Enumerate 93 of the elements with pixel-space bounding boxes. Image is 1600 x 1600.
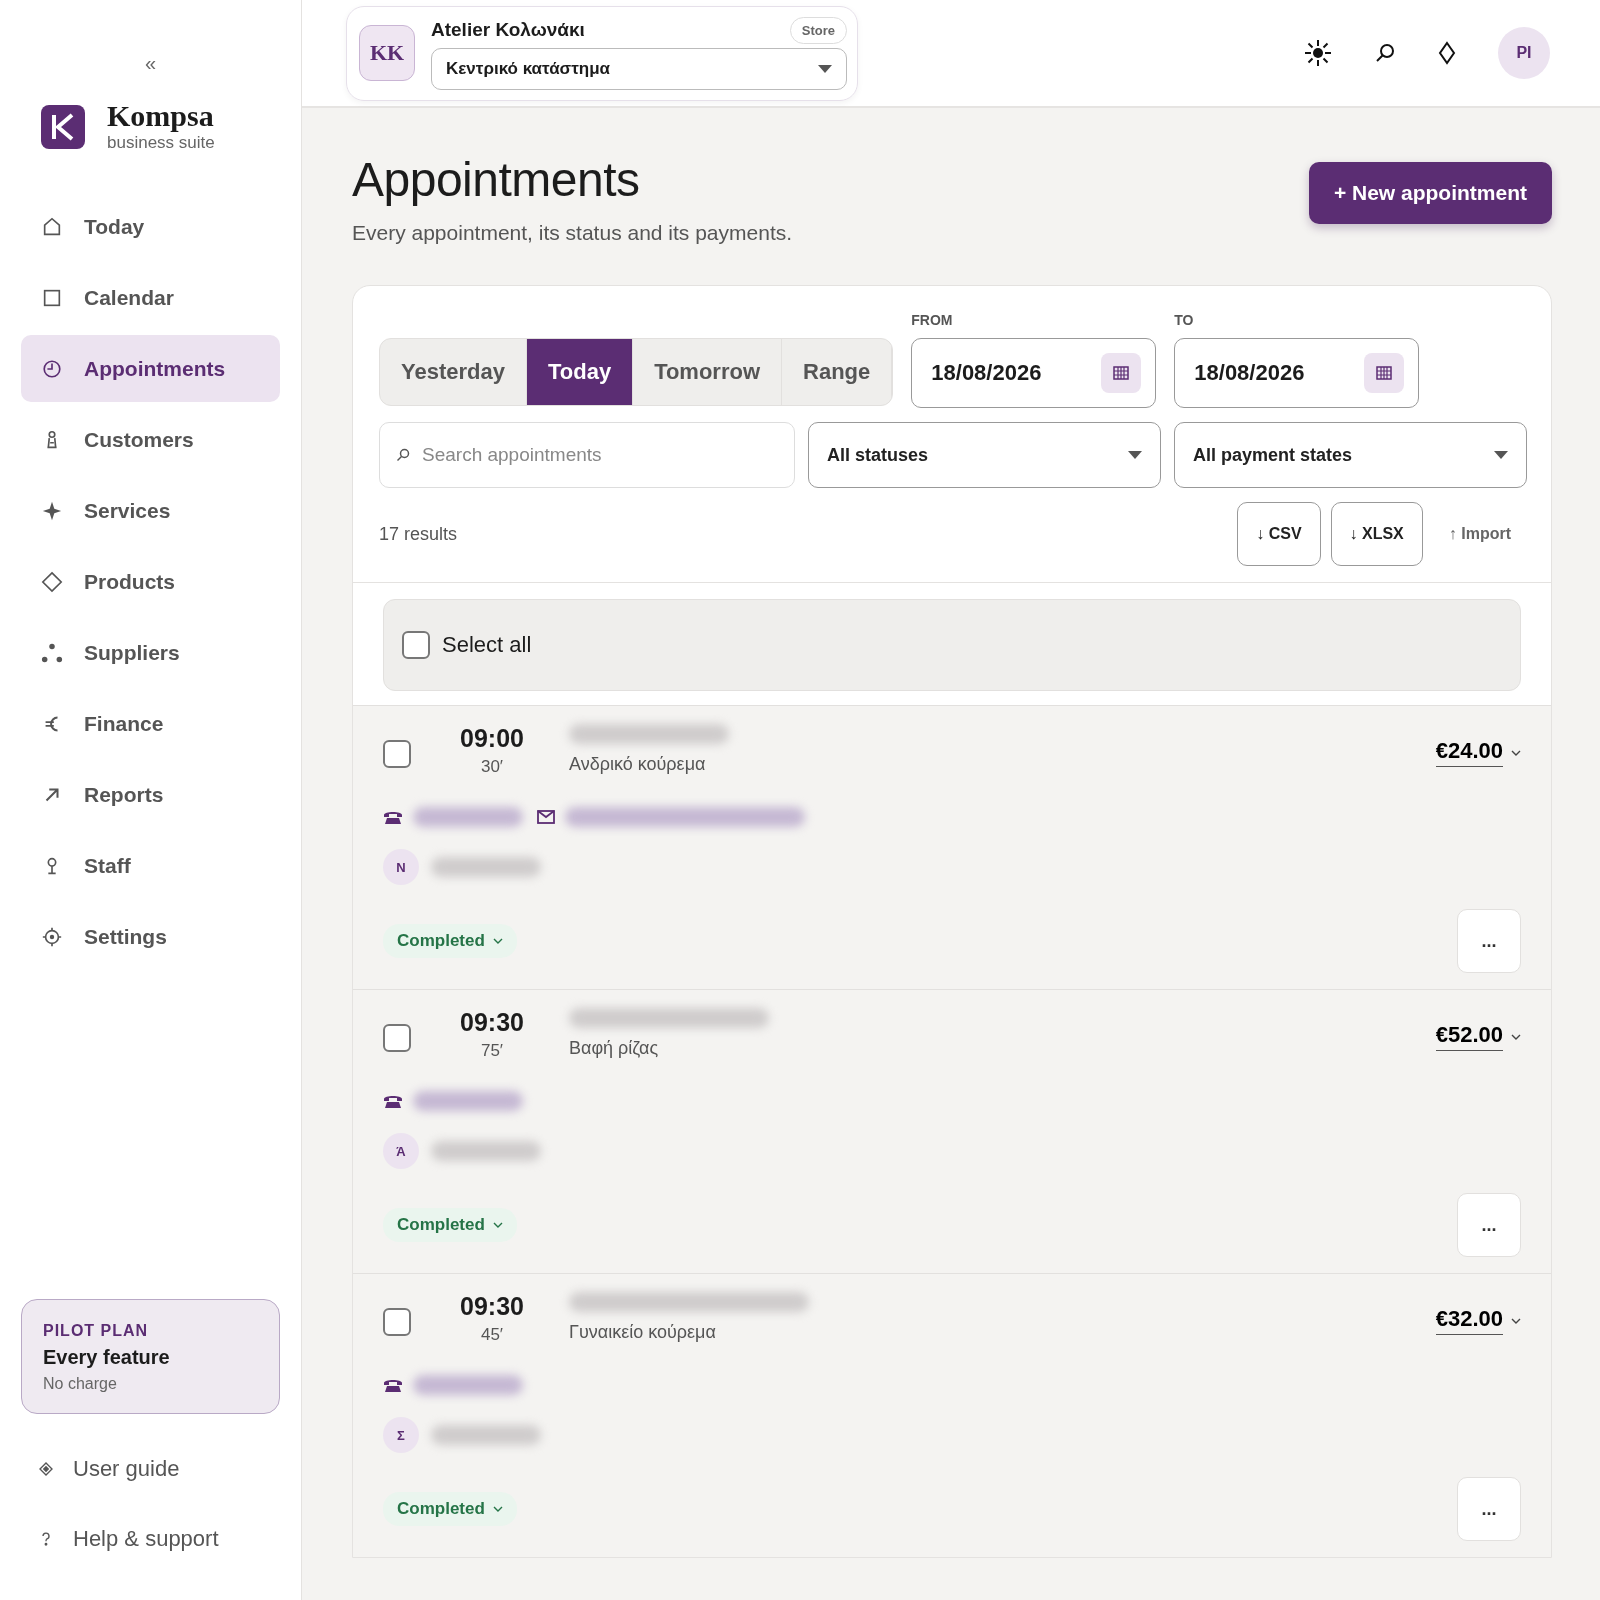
- price-link[interactable]: €24.00: [1435, 738, 1503, 767]
- page-title: Appointments: [352, 152, 641, 207]
- appointment-time: 09:30: [460, 1292, 524, 1321]
- chevron-icon: [1511, 1316, 1521, 1325]
- sidebar-item[interactable]: Staff: [21, 832, 280, 899]
- collapse-button[interactable]: «: [140, 52, 161, 75]
- appointment-time: 09:30: [460, 1008, 524, 1037]
- appointment-time: 09:00: [460, 724, 524, 753]
- appointment-duration: 45′: [480, 1325, 504, 1345]
- service-name: Ανδρικό κούρεμα: [569, 754, 707, 775]
- store-avatar: KK: [359, 25, 415, 81]
- search-field[interactable]: Search appointments: [379, 422, 795, 488]
- sidebar-link[interactable]: User guide: [21, 1444, 280, 1494]
- checkbox[interactable]: [383, 740, 411, 768]
- dots-icon: [41, 641, 63, 664]
- import-button[interactable]: ↑ Import: [1432, 502, 1527, 566]
- sidebar-item[interactable]: Settings: [21, 903, 280, 970]
- more-button[interactable]: ...: [1457, 1193, 1521, 1257]
- user-avatar[interactable]: PI: [1498, 27, 1550, 79]
- appointment-duration: 75′: [480, 1041, 504, 1061]
- caret-icon: [1494, 451, 1508, 459]
- store-name: Atelier Κολωνάκι: [431, 19, 585, 41]
- appointment-duration: 30′: [480, 757, 504, 777]
- export-button[interactable]: ↓ CSV: [1237, 502, 1321, 566]
- plan-note: No charge: [43, 1375, 118, 1393]
- sidebar-item[interactable]: Finance: [21, 690, 280, 757]
- chevron-icon: [492, 937, 503, 945]
- chevron-icon: [492, 1505, 503, 1513]
- page-subtitle: Every appointment, its status and its payments.: [352, 221, 793, 245]
- more-button[interactable]: ...: [1457, 1477, 1521, 1541]
- branch-value: Κεντρικό κατάστημα: [446, 58, 611, 79]
- checkbox[interactable]: [383, 1024, 411, 1052]
- sidebar-link[interactable]: Help & support: [21, 1514, 280, 1564]
- date-field[interactable]: 18/08/2026: [1174, 338, 1420, 408]
- day-tab[interactable]: Range: [782, 339, 893, 405]
- status-pill[interactable]: Completed: [383, 1208, 517, 1242]
- phone-icon: [383, 809, 403, 825]
- price-link[interactable]: €52.00: [1435, 1022, 1503, 1051]
- caret-icon: [1128, 451, 1142, 459]
- date-field[interactable]: 18/08/2026: [911, 338, 1157, 408]
- phone-icon: [383, 1377, 403, 1393]
- calendar-icon[interactable]: [1364, 353, 1405, 393]
- sidebar-item[interactable]: Calendar: [21, 264, 280, 331]
- date-label: TO: [1174, 312, 1195, 328]
- status-pill[interactable]: Completed: [383, 1492, 517, 1526]
- day-tab[interactable]: Today: [526, 339, 634, 405]
- sidebar-item[interactable]: Reports: [21, 761, 280, 828]
- export-button[interactable]: ↓ XLSX: [1330, 502, 1423, 566]
- sidebar-item[interactable]: Services: [21, 477, 280, 544]
- chevron-icon: [492, 1221, 503, 1229]
- branch-dropdown[interactable]: Κεντρικό κατάστημα: [431, 47, 847, 90]
- payment-dropdown[interactable]: All payment states: [1174, 422, 1527, 488]
- mail-icon: [537, 810, 555, 824]
- more-button[interactable]: ...: [1457, 909, 1521, 973]
- plan-label: PILOT PLAN: [43, 1322, 150, 1340]
- results-count: 17 results: [379, 523, 458, 545]
- day-tab[interactable]: Tomorrow: [633, 339, 783, 405]
- logo-icon: [41, 105, 85, 149]
- diamond-icon[interactable]: [1438, 41, 1456, 65]
- new-appointment-button[interactable]: + New appointment: [1308, 162, 1552, 224]
- checkbox[interactable]: [402, 631, 430, 659]
- date-label: FROM: [911, 312, 954, 328]
- phone-icon: [383, 1093, 403, 1109]
- settings-icon: [41, 925, 63, 948]
- plan-title: Every feature: [43, 1346, 171, 1369]
- brand-name: Kompsa: [107, 101, 215, 131]
- staff-avatar: Ά: [383, 1133, 419, 1169]
- checkbox[interactable]: [383, 1308, 411, 1336]
- search-icon[interactable]: [1374, 42, 1396, 64]
- day-tab[interactable]: Yesterday: [380, 339, 527, 405]
- home-icon: [41, 215, 63, 238]
- sidebar-item[interactable]: Suppliers: [21, 619, 280, 686]
- staff-avatar: Σ: [383, 1417, 419, 1453]
- chevron-icon: [1511, 1032, 1521, 1041]
- theme-icon[interactable]: [1304, 39, 1332, 67]
- select-all-label: Select all: [442, 632, 532, 658]
- sidebar-item[interactable]: Today: [21, 193, 280, 260]
- diamond-icon: [41, 570, 63, 593]
- caret-icon: [818, 64, 832, 73]
- clock-icon: [41, 357, 63, 380]
- sidebar-item[interactable]: Appointments: [21, 335, 280, 402]
- calendar-icon[interactable]: [1101, 353, 1142, 393]
- service-name: Βαφή ρίζας: [569, 1038, 660, 1059]
- chevron-icon: [1511, 748, 1521, 757]
- sidebar-item[interactable]: Customers: [21, 406, 280, 473]
- brand-tagline: business suite: [107, 133, 215, 153]
- sidebar-item[interactable]: Products: [21, 548, 280, 615]
- status-pill[interactable]: Completed: [383, 924, 517, 958]
- staff-avatar: N: [383, 849, 419, 885]
- diamond-icon: [37, 1460, 55, 1478]
- price-link[interactable]: €32.00: [1435, 1306, 1503, 1335]
- status-dropdown[interactable]: All statuses: [808, 422, 1161, 488]
- service-name: Γυναικείο κούρεμα: [569, 1322, 717, 1343]
